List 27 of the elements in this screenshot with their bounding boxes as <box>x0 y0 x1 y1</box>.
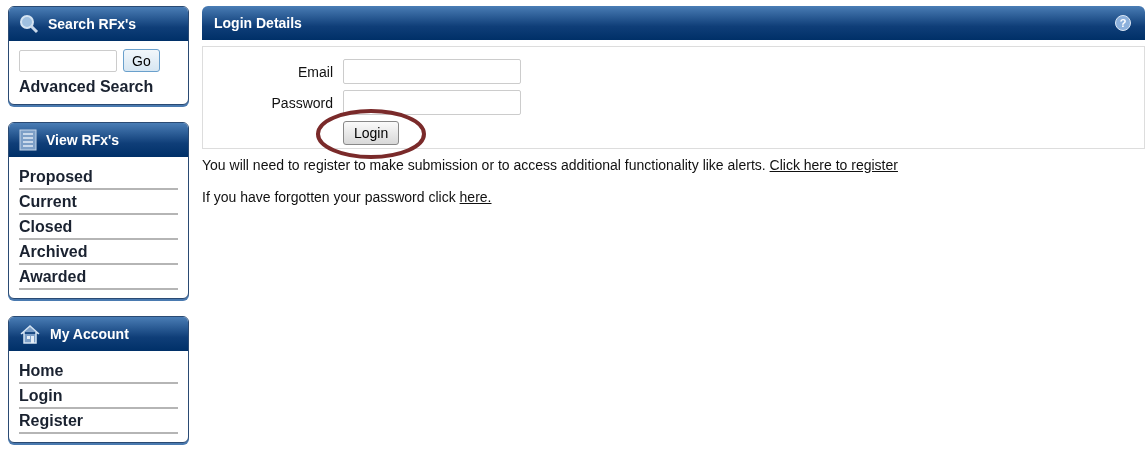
panel-title: My Account <box>50 326 129 342</box>
sidebar-item[interactable]: Closed <box>19 215 178 240</box>
forgot-password-note: If you have forgotten your password click here. <box>202 189 493 205</box>
panel-title: Search RFx's <box>48 16 137 32</box>
checklist-icon <box>19 129 37 151</box>
sidebar-item[interactable]: Awarded <box>19 265 178 290</box>
sidebar-item[interactable]: Home <box>19 359 178 384</box>
input-field[interactable] <box>343 90 521 115</box>
input-field[interactable] <box>343 59 521 84</box>
sidebar-item[interactable]: Archived <box>19 240 178 265</box>
go-button[interactable]: Go <box>123 49 160 72</box>
search-icon <box>19 14 39 34</box>
sidebar-item[interactable]: Register <box>19 409 178 434</box>
password-reset-link[interactable]: here. <box>459 189 492 205</box>
panel-title: Login Details <box>214 15 302 31</box>
panel-title: View RFx's <box>46 132 120 148</box>
field-label: Password <box>271 94 333 111</box>
register-note: You will need to register to make submission or to access additional functionality like alerts. Click here to register <box>202 157 899 173</box>
advanced-search-link[interactable]: Advanced Search <box>19 78 178 96</box>
sidebar-item[interactable]: Current <box>19 190 178 215</box>
house-icon <box>19 324 41 344</box>
field-label: Email <box>298 63 333 80</box>
sidebar-item[interactable]: Login <box>19 384 178 409</box>
login-button[interactable]: Login <box>343 121 400 145</box>
register-link[interactable]: Click here to register <box>769 157 898 173</box>
search-field[interactable] <box>19 49 117 72</box>
sidebar-item[interactable]: Proposed <box>19 165 178 190</box>
